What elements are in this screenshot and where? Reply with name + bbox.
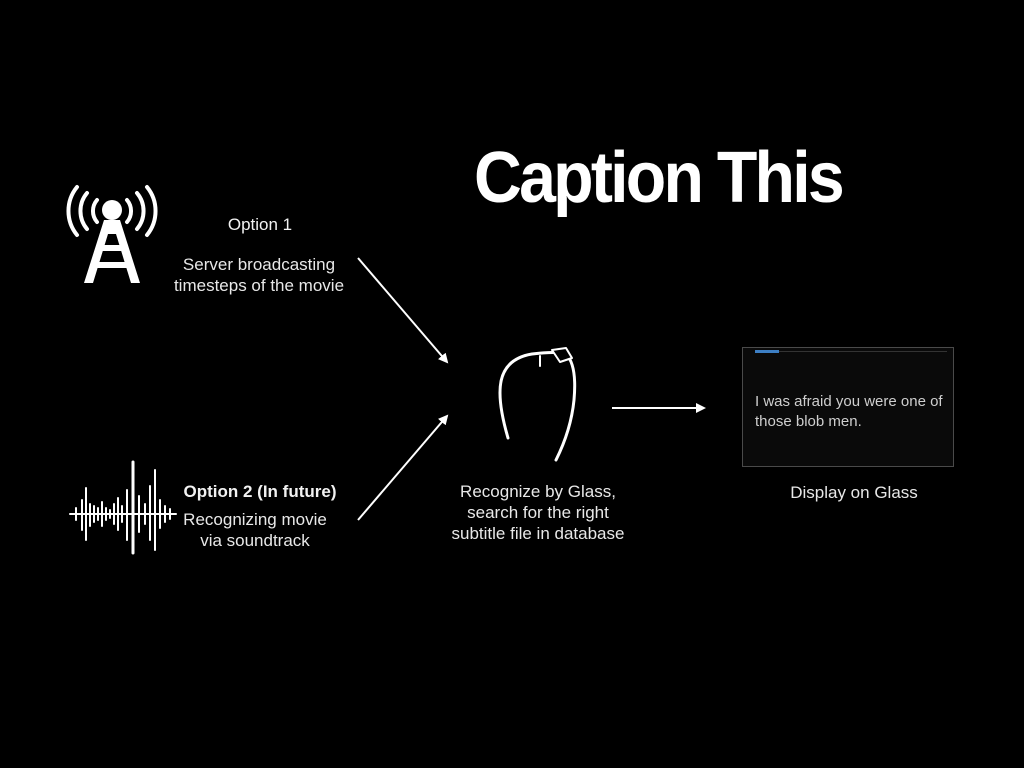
option2-heading: Option 2 (In future) [183, 482, 337, 501]
screen-divider [755, 351, 947, 352]
arrow-option1-to-glass [357, 257, 449, 364]
glass-description: Recognize by Glass, search for the right… [451, 482, 625, 543]
google-glass-icon [498, 347, 577, 462]
option2-description: Recognizing movie via soundtrack [183, 510, 327, 550]
subtitle-text: I was afraid you were one of those blob … [755, 393, 943, 430]
option1-description: Server broadcasting timesteps of the mov… [173, 255, 345, 295]
sound-waveform-icon [69, 460, 177, 555]
glass-display-screen: I was afraid you were one of those blob … [742, 347, 954, 467]
display-label: Display on Glass [790, 483, 918, 502]
screen-progress-indicator [755, 350, 779, 353]
option1-heading: Option 1 [227, 215, 293, 234]
slide-title: Caption This [474, 138, 845, 218]
broadcast-tower-icon [66, 185, 158, 283]
arrow-option2-to-glass [357, 414, 449, 521]
